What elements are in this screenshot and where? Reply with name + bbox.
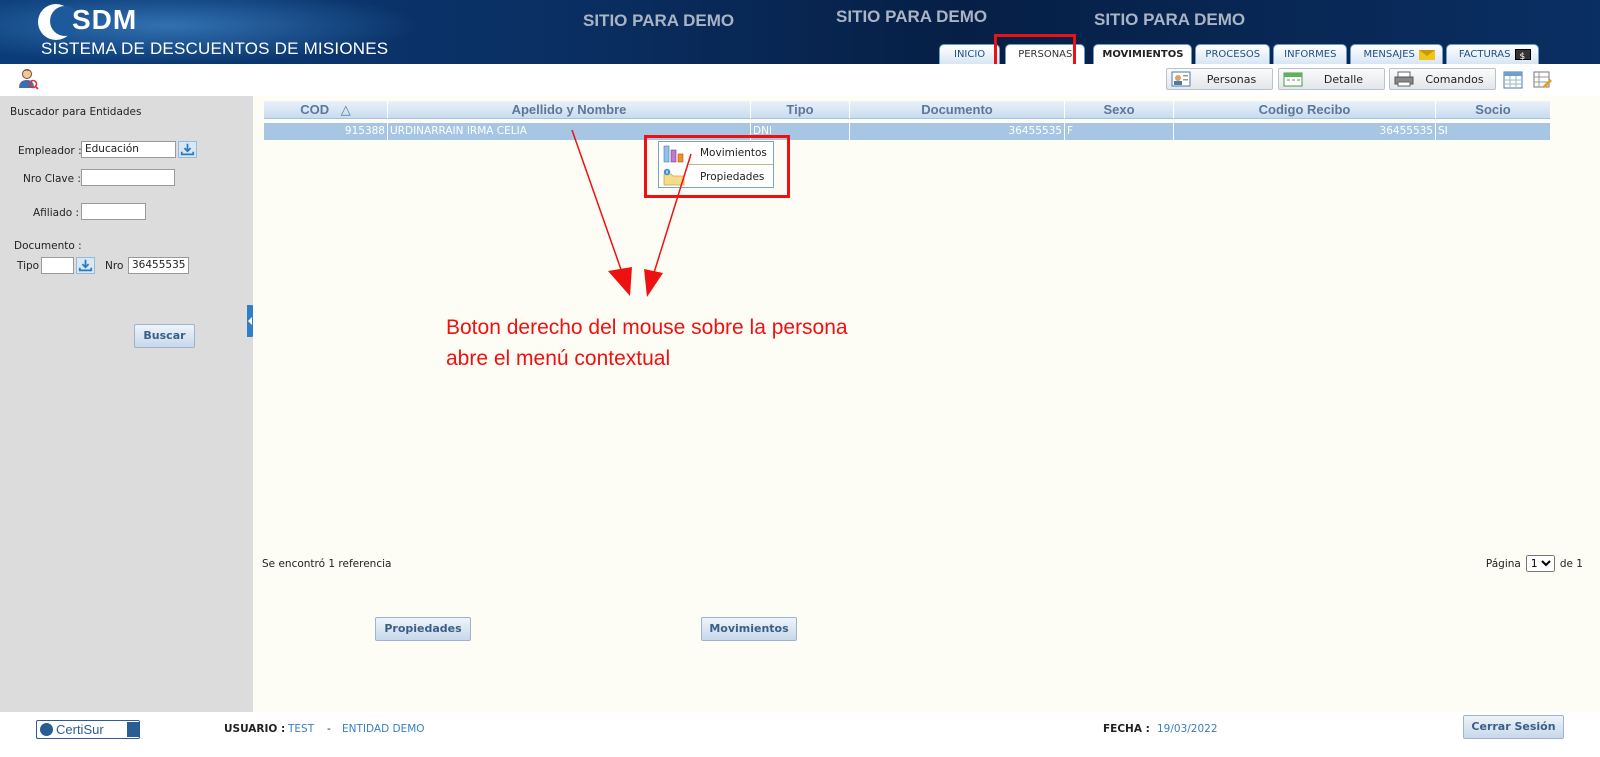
cell-documento: 36455535 <box>850 123 1065 140</box>
detalle-view-label: Detalle <box>1323 72 1364 86</box>
table-edit-icon[interactable] <box>1533 70 1553 90</box>
page-select[interactable]: 1 <box>1525 555 1555 572</box>
entidad-value: ENTIDAD DEMO <box>342 723 425 735</box>
buscar-button[interactable]: Buscar <box>134 324 195 348</box>
personas-view-label: Personas <box>1206 72 1257 86</box>
pager: Página 1 de 1 <box>1486 555 1583 572</box>
usuario-label: USUARIO : <box>224 723 286 735</box>
nro-clave-label: Nro Clave : <box>23 173 81 185</box>
sort-asc-icon: △ <box>340 102 351 117</box>
column-header-cod[interactable]: COD △ <box>264 101 388 119</box>
grid-view-icon[interactable] <box>1503 70 1523 90</box>
tab-mensajes[interactable]: MENSAJES <box>1350 44 1443 64</box>
comandos-view-label: Comandos <box>1425 72 1484 86</box>
calendar-icon <box>1283 72 1303 87</box>
person-card-icon <box>1171 71 1191 87</box>
mail-icon <box>1418 49 1435 60</box>
grid-header: COD △ Apellido y Nombre Tipo Documento S… <box>264 101 1551 119</box>
movimientos-button[interactable]: Movimientos <box>701 617 797 641</box>
annotation-arrows <box>571 129 692 297</box>
sidebar-title: Buscador para Entidades <box>10 106 142 118</box>
comandos-view-button[interactable]: Comandos <box>1389 68 1496 90</box>
cell-socio: SI <box>1436 123 1551 140</box>
tipo-field[interactable] <box>41 257 74 274</box>
demo-label-2: SITIO PARA DEMO <box>836 7 988 26</box>
column-header-nombre[interactable]: Apellido y Nombre <box>388 101 751 119</box>
tipo-label: Tipo <box>17 260 40 272</box>
propiedades-button[interactable]: Propiedades <box>375 617 471 641</box>
fecha-value: 19/03/2022 <box>1157 723 1218 735</box>
page-total: de 1 <box>1559 557 1583 570</box>
demo-label-3: SITIO PARA DEMO <box>1094 10 1246 29</box>
certisur-mark-icon <box>40 723 53 736</box>
usuario-value: TEST <box>288 723 315 735</box>
user-search-icon[interactable] <box>17 68 39 90</box>
nro-label: Nro <box>105 260 124 272</box>
column-header-cod-label: COD <box>300 102 330 117</box>
app-subtitle: SISTEMA DE DESCUENTOS DE MISIONES <box>41 39 389 58</box>
personas-view-button[interactable]: Personas <box>1166 68 1273 90</box>
tab-mensajes-label: MENSAJES <box>1363 48 1415 60</box>
column-header-codigo-recibo[interactable]: Codigo Recibo <box>1174 101 1436 119</box>
certisur-label: CertiSur <box>56 722 104 737</box>
annotation-text: Boton derecho del mouse sobre la persona… <box>446 312 848 374</box>
column-header-sexo[interactable]: Sexo <box>1065 101 1174 119</box>
tab-inicio[interactable]: INICIO <box>939 44 1001 64</box>
logo-text: SDM <box>72 4 138 35</box>
annotation-line-1: Boton derecho del mouse sobre la persona <box>446 316 848 339</box>
column-header-tipo[interactable]: Tipo <box>751 101 850 119</box>
empleador-field[interactable]: Educación <box>81 141 176 158</box>
cell-codigo-recibo: 36455535 <box>1174 123 1436 140</box>
tab-informes[interactable]: INFORMES <box>1273 44 1348 64</box>
column-header-socio[interactable]: Socio <box>1436 101 1551 119</box>
documento-label: Documento : <box>14 240 82 252</box>
afiliado-field[interactable] <box>81 203 146 220</box>
cell-cod: 915388 <box>264 123 388 140</box>
empleador-download-icon[interactable] <box>178 141 197 158</box>
tab-facturas[interactable]: FACTURAS <box>1445 44 1539 66</box>
sdm-logo-icon <box>38 4 80 40</box>
column-header-documento[interactable]: Documento <box>850 101 1065 119</box>
empleador-label: Empleador : <box>18 145 82 157</box>
detalle-view-button[interactable]: Detalle <box>1278 68 1385 90</box>
demo-label-1: SITIO PARA DEMO <box>583 11 735 30</box>
page-label: Página <box>1485 557 1521 570</box>
afiliado-label: Afiliado : <box>33 207 80 219</box>
nro-documento-field[interactable]: 36455535 <box>128 257 189 274</box>
lock-icon <box>127 722 139 737</box>
tab-movimientos[interactable]: MOVIMIENTOS <box>1093 44 1193 64</box>
tab-procesos[interactable]: PROCESOS <box>1195 44 1271 64</box>
annotation-line-2: abre el menú contextual <box>446 347 671 370</box>
fecha-label: FECHA : <box>1103 723 1150 735</box>
nro-clave-field[interactable] <box>81 169 175 186</box>
table-row[interactable]: 915388 URDINARRAIN IRMA CELIA DNI 364555… <box>264 123 1551 140</box>
search-sidebar <box>0 96 253 725</box>
tab-facturas-label: FACTURAS <box>1458 48 1511 60</box>
results-count: Se encontró 1 referencia <box>262 558 392 570</box>
cell-sexo: F <box>1065 123 1174 140</box>
tipo-download-icon[interactable] <box>76 257 95 274</box>
invoice-icon <box>1514 48 1531 66</box>
logout-button[interactable]: Cerrar Sesión <box>1463 715 1564 739</box>
printer-icon <box>1394 71 1414 87</box>
certisur-logo[interactable]: CertiSur <box>36 720 140 739</box>
footer-separator: - <box>327 723 331 735</box>
